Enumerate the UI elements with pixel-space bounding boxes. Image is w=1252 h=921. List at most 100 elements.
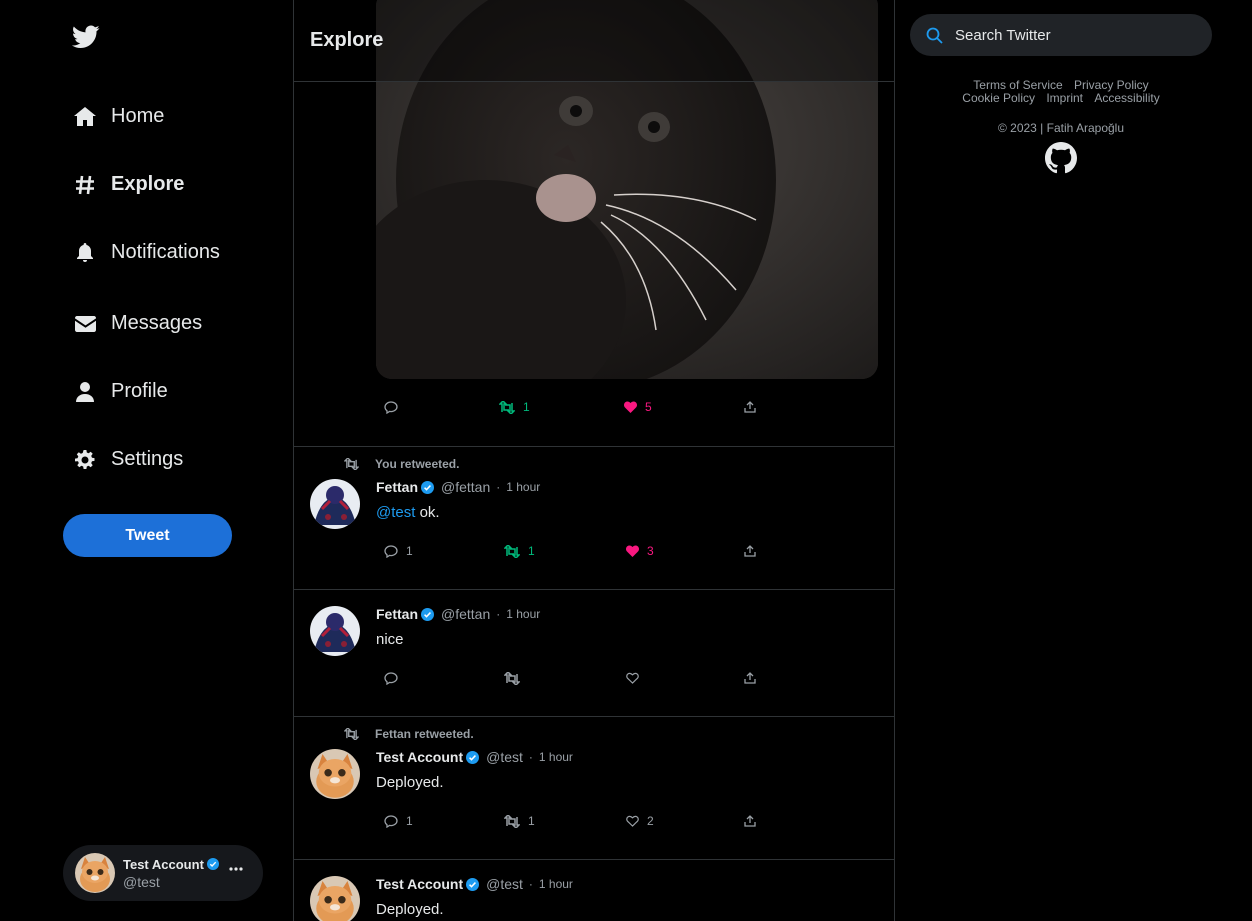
- search-box[interactable]: [910, 14, 1212, 56]
- retweet-button[interactable]: 1: [499, 400, 530, 414]
- like-button[interactable]: [626, 672, 639, 684]
- retweet-count: 1: [528, 814, 535, 828]
- tweet-actions: 1 1 3: [384, 541, 764, 561]
- share-icon: [744, 545, 756, 557]
- reply-icon: [384, 671, 398, 685]
- share-button[interactable]: [744, 545, 756, 557]
- nav-settings[interactable]: Settings: [74, 448, 183, 471]
- author-name[interactable]: Fettan: [376, 606, 418, 622]
- like-button[interactable]: 3: [626, 544, 654, 558]
- author-handle[interactable]: @fettan: [441, 479, 490, 495]
- github-icon[interactable]: [1045, 142, 1077, 174]
- terms-link[interactable]: Terms of Service: [973, 78, 1062, 92]
- reply-button[interactable]: 1: [384, 544, 413, 558]
- reply-icon: [384, 544, 398, 558]
- nav-profile[interactable]: Profile: [74, 380, 168, 403]
- tweet-header: Fettan @fettan · 1 hour: [376, 606, 540, 622]
- tweet-text: Deployed.: [376, 901, 444, 918]
- footer-links: Terms of Service Privacy Policy Cookie P…: [910, 79, 1212, 105]
- avatar[interactable]: [310, 479, 360, 529]
- like-button[interactable]: 2: [626, 814, 654, 828]
- nav-explore-label: Explore: [111, 173, 185, 195]
- hashtag-icon: [74, 174, 96, 196]
- tweet[interactable]: You retweeted. Fettan @fettan · 1 hour @…: [294, 446, 894, 589]
- heart-filled-icon: [626, 545, 639, 557]
- tweet-text-body: ok.: [415, 504, 440, 521]
- search-icon: [926, 27, 943, 44]
- author-handle[interactable]: @test: [486, 749, 523, 765]
- nav-settings-label: Settings: [111, 448, 184, 470]
- retweet-button[interactable]: [504, 671, 520, 685]
- tweet-text: nice: [376, 631, 404, 648]
- reply-button[interactable]: [384, 400, 398, 414]
- tweet-button[interactable]: Tweet: [63, 514, 232, 557]
- nav-notifications-label: Notifications: [111, 241, 220, 263]
- tweet-header: Test Account @test · 1 hour: [376, 876, 573, 892]
- page-title: Explore: [310, 29, 384, 51]
- avatar[interactable]: [310, 876, 360, 921]
- verified-badge-icon: [206, 858, 219, 870]
- separator-dot: ·: [528, 877, 533, 891]
- share-button[interactable]: [744, 401, 756, 413]
- user-icon: [74, 381, 96, 403]
- accessibility-link[interactable]: Accessibility: [1094, 91, 1159, 105]
- retweet-icon: [344, 458, 359, 470]
- mention-link[interactable]: @test: [376, 504, 415, 521]
- author-handle[interactable]: @test: [486, 876, 523, 892]
- like-count: 5: [645, 400, 652, 414]
- tweet[interactable]: Test Account @test · 1 hour Deployed.: [294, 859, 894, 921]
- avatar[interactable]: [310, 749, 360, 799]
- nav-notifications[interactable]: Notifications: [74, 241, 220, 264]
- more-icon[interactable]: [229, 867, 243, 871]
- retweet-note: You retweeted.: [344, 457, 459, 471]
- retweet-icon: [504, 671, 520, 685]
- tweet[interactable]: Fettan retweeted. Test Account @test · 1…: [294, 716, 894, 859]
- retweet-note-text: Fettan retweeted.: [375, 727, 474, 741]
- retweet-icon: [344, 728, 359, 740]
- verified-badge-icon: [466, 750, 480, 764]
- nav-home-label: Home: [111, 105, 165, 127]
- avatar: [75, 853, 115, 893]
- twitter-logo-icon[interactable]: [72, 24, 100, 50]
- like-count: 3: [647, 544, 654, 558]
- reply-button[interactable]: [384, 671, 398, 685]
- author-handle[interactable]: @fettan: [441, 606, 490, 622]
- tweet-time: 1 hour: [538, 750, 573, 764]
- retweet-button[interactable]: 1: [504, 814, 535, 828]
- verified-badge-icon: [421, 480, 434, 494]
- reply-button[interactable]: 1: [384, 814, 413, 828]
- account-switcher[interactable]: Test Account @test: [63, 845, 263, 901]
- bell-icon: [74, 242, 96, 264]
- retweet-icon: [504, 544, 520, 558]
- share-icon: [744, 401, 756, 413]
- verified-badge-icon: [421, 607, 434, 621]
- privacy-link[interactable]: Privacy Policy: [1074, 78, 1149, 92]
- reply-count: 1: [406, 544, 413, 558]
- tweet-time: 1 hour: [506, 480, 541, 494]
- author-name[interactable]: Test Account: [376, 876, 463, 892]
- nav-explore[interactable]: Explore: [74, 173, 184, 196]
- author-name[interactable]: Fettan: [376, 479, 418, 495]
- like-button[interactable]: 5: [624, 400, 652, 414]
- account-name: Test Account: [123, 856, 204, 872]
- retweet-button[interactable]: 1: [504, 544, 535, 558]
- sidebar: Home Explore Notifications Messages Prof…: [0, 0, 293, 921]
- nav-home[interactable]: Home: [74, 105, 164, 128]
- retweet-note-text: You retweeted.: [375, 457, 460, 471]
- envelope-icon: [74, 313, 96, 335]
- heart-outline-icon: [626, 672, 639, 684]
- imprint-link[interactable]: Imprint: [1046, 91, 1083, 105]
- author-name[interactable]: Test Account: [376, 749, 463, 765]
- share-button[interactable]: [744, 815, 756, 827]
- nav-messages[interactable]: Messages: [74, 312, 202, 335]
- share-button[interactable]: [744, 672, 756, 684]
- tweet-actions: [384, 668, 764, 688]
- tweet[interactable]: Fettan @fettan · 1 hour nice: [294, 589, 894, 716]
- heart-outline-icon: [626, 815, 639, 827]
- tweet-header: Fettan @fettan · 1 hour: [376, 479, 540, 495]
- search-input[interactable]: [955, 26, 1175, 44]
- avatar[interactable]: [310, 606, 360, 656]
- cookie-link[interactable]: Cookie Policy: [962, 91, 1035, 105]
- tweet-actions: 1 5: [384, 397, 764, 417]
- right-column: Terms of Service Privacy Policy Cookie P…: [895, 0, 1252, 921]
